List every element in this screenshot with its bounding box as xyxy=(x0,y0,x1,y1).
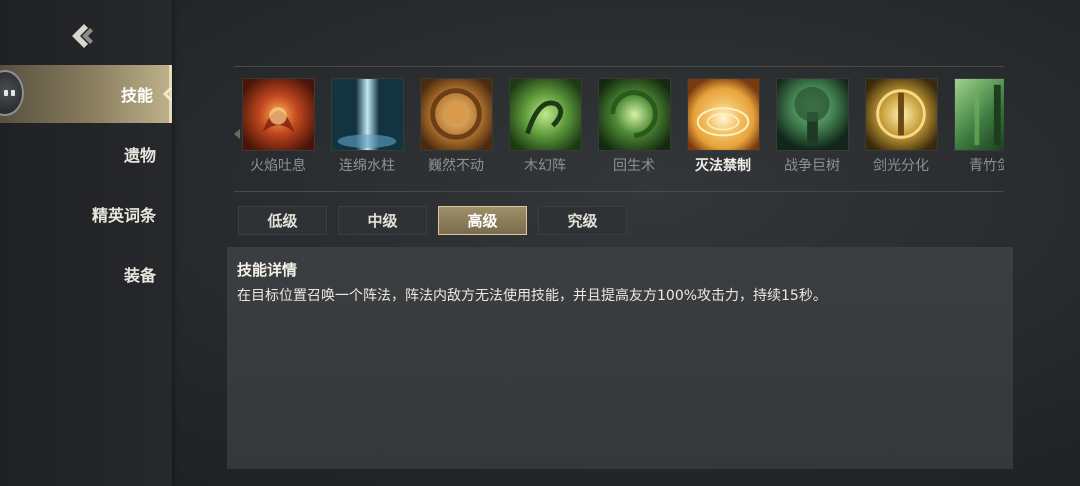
skill-item-fire-breath[interactable]: 火焰吐息 xyxy=(238,77,318,181)
sidebar-item-elite-affixes[interactable]: 精英词条 xyxy=(0,185,172,243)
sidebar-item-skills[interactable]: 技能 xyxy=(0,65,172,123)
water-pillar-icon xyxy=(331,78,404,151)
skill-item-bamboo-sword[interactable]: 青竹剑 xyxy=(950,77,1004,181)
details-title: 技能详情 xyxy=(237,261,298,279)
sidebar-item-label: 装备 xyxy=(123,266,156,285)
skill-name: 青竹剑 xyxy=(969,158,1004,174)
sidebar-item-label: 技能 xyxy=(120,86,153,105)
robot-avatar-icon xyxy=(4,90,8,96)
sword-light-icon xyxy=(865,78,938,151)
sidebar-item-label: 遗物 xyxy=(123,146,156,165)
chevron-left-icon xyxy=(163,87,172,101)
skill-name: 回生术 xyxy=(613,158,655,174)
magic-seal-icon xyxy=(687,78,760,151)
skill-item-earth-shield[interactable]: 巍然不动 xyxy=(416,77,496,181)
skill-name: 灭法禁制 xyxy=(695,158,751,174)
skill-name: 战争巨树 xyxy=(784,158,840,174)
skill-name: 木幻阵 xyxy=(524,158,566,174)
earth-shield-icon xyxy=(420,78,493,151)
wood-illusion-icon xyxy=(509,78,582,151)
tab-label: 中级 xyxy=(367,212,398,230)
chevron-left-icon xyxy=(72,24,93,48)
tab-label: 究级 xyxy=(567,212,598,230)
skill-name: 火焰吐息 xyxy=(250,158,306,174)
skill-item-water-pillar[interactable]: 连绵水柱 xyxy=(327,77,407,181)
tab-tier-ultimate[interactable]: 究级 xyxy=(538,206,627,235)
skill-details-panel: 技能详情 在目标位置召唤一个阵法，阵法内敌方无法使用技能，并且提高友方100%攻… xyxy=(227,247,1013,469)
tab-label: 高级 xyxy=(467,212,498,230)
tab-tier-mid[interactable]: 中级 xyxy=(338,206,427,235)
tab-tier-low[interactable]: 低级 xyxy=(238,206,327,235)
bamboo-sword-icon xyxy=(954,78,1004,151)
back-button[interactable] xyxy=(66,20,100,52)
revive-icon xyxy=(598,78,671,151)
tab-label: 低级 xyxy=(267,212,298,230)
sidebar: 技能 遗物 精英词条 装备 xyxy=(0,0,172,486)
skill-item-war-tree[interactable]: 战争巨树 xyxy=(772,77,852,181)
fire-breath-icon xyxy=(242,78,315,151)
sidebar-item-equipment[interactable]: 装备 xyxy=(0,245,172,303)
sidebar-item-label: 精英词条 xyxy=(91,206,156,225)
skill-item-wood-illusion[interactable]: 木幻阵 xyxy=(505,77,585,181)
details-text: 在目标位置召唤一个阵法，阵法内敌方无法使用技能，并且提高友方100%攻击力，持续… xyxy=(237,288,827,304)
war-tree-icon xyxy=(776,78,849,151)
skill-name: 巍然不动 xyxy=(428,158,484,174)
skill-item-sword-light[interactable]: 剑光分化 xyxy=(861,77,941,181)
sidebar-item-relics[interactable]: 遗物 xyxy=(0,125,172,183)
tab-tier-high[interactable]: 高级 xyxy=(438,206,527,235)
skill-name: 剑光分化 xyxy=(873,158,929,174)
skill-name: 连绵水柱 xyxy=(339,158,395,174)
skill-list: 火焰吐息 连绵水柱 巍然不动 木幻阵 回生术 灭法禁制 战争巨树 剑光分化 青竹 xyxy=(234,66,1004,192)
skill-item-revive[interactable]: 回生术 xyxy=(594,77,674,181)
skill-item-magic-seal[interactable]: 灭法禁制 xyxy=(683,77,763,181)
